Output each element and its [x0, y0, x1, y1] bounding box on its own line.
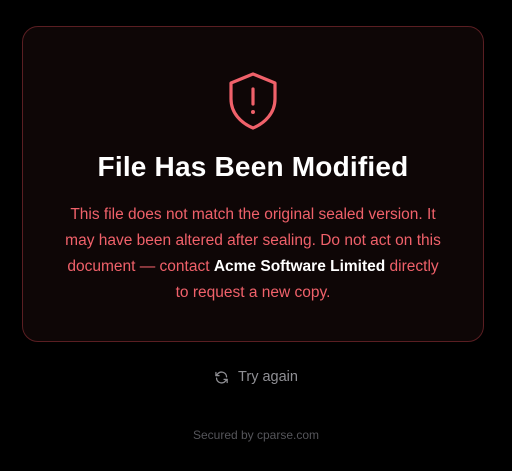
warning-message: This file does not match the original se…	[63, 202, 443, 306]
try-again-button[interactable]: Try again	[210, 367, 302, 387]
try-again-label: Try again	[238, 369, 298, 385]
page: File Has Been Modified This file does no…	[0, 0, 512, 471]
refresh-icon	[215, 371, 228, 383]
shield-alert-icon	[229, 72, 277, 130]
page-title: File Has Been Modified	[97, 151, 409, 182]
warning-card: File Has Been Modified This file does no…	[22, 26, 484, 342]
footer-text: Secured by cparse.com	[192, 428, 320, 442]
company-name: Acme Software Limited	[213, 258, 386, 275]
